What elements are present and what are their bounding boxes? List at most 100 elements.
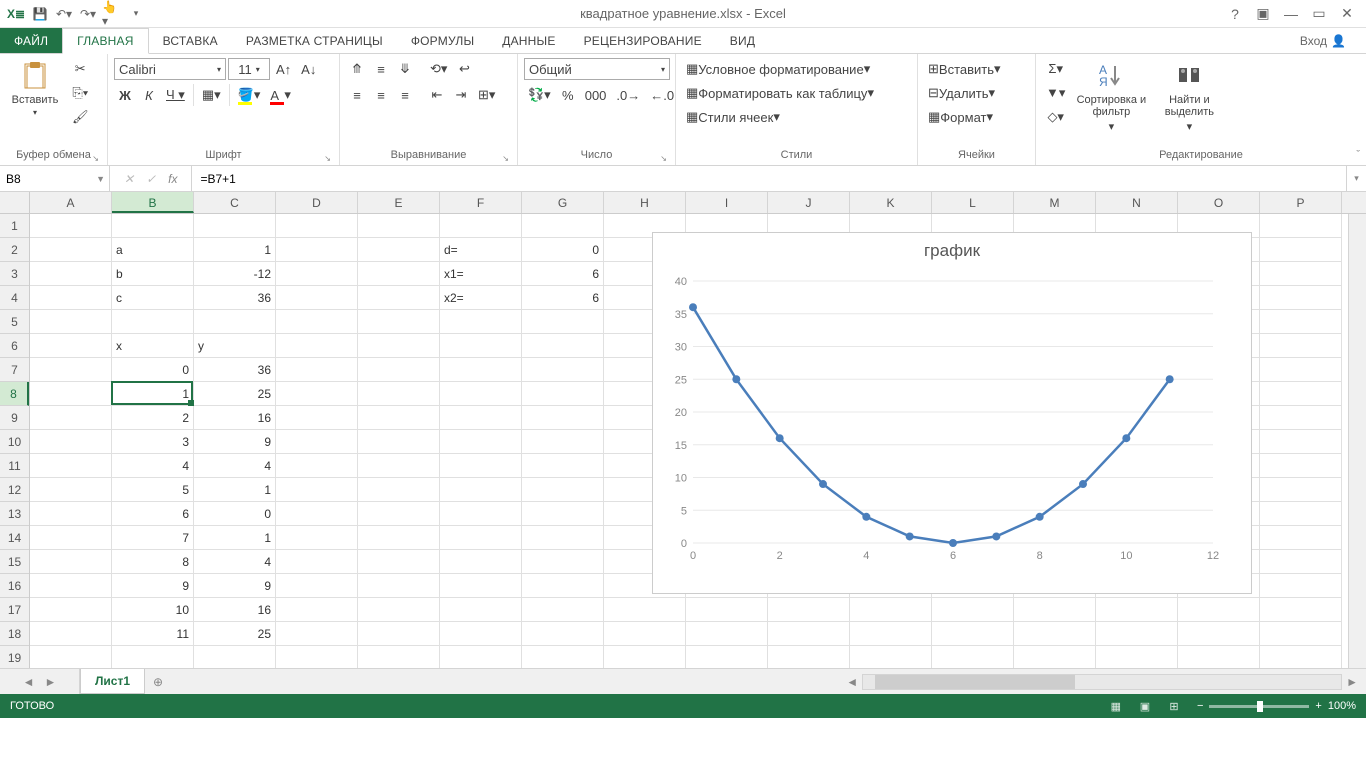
cell-J19[interactable] — [768, 646, 850, 668]
cell-G6[interactable] — [522, 334, 604, 358]
row-header-9[interactable]: 9 — [0, 406, 29, 430]
align-center-icon[interactable]: ≡ — [370, 84, 392, 106]
cell-F16[interactable] — [440, 574, 522, 598]
zoom-in-icon[interactable]: + — [1315, 700, 1321, 712]
cell-G3[interactable]: 6 — [522, 262, 604, 286]
cell-E5[interactable] — [358, 310, 440, 334]
cell-D9[interactable] — [276, 406, 358, 430]
add-sheet-icon[interactable]: ⊕ — [145, 669, 171, 694]
col-header-P[interactable]: P — [1260, 192, 1342, 213]
view-page-layout-icon[interactable]: ▣ — [1132, 700, 1158, 713]
cell-I19[interactable] — [686, 646, 768, 668]
cell-C11[interactable]: 4 — [194, 454, 276, 478]
sheet-tab[interactable]: Лист1 — [80, 669, 145, 694]
row-header-11[interactable]: 11 — [0, 454, 29, 478]
cell-D10[interactable] — [276, 430, 358, 454]
cell-A18[interactable] — [30, 622, 112, 646]
cell-A4[interactable] — [30, 286, 112, 310]
cell-C16[interactable]: 9 — [194, 574, 276, 598]
cell-D8[interactable] — [276, 382, 358, 406]
cell-A2[interactable] — [30, 238, 112, 262]
cell-E9[interactable] — [358, 406, 440, 430]
cell-F8[interactable] — [440, 382, 522, 406]
sheet-nav-next-icon[interactable]: ► — [45, 675, 57, 689]
cell-E19[interactable] — [358, 646, 440, 668]
font-size[interactable]: 11▾ — [228, 58, 270, 80]
cell-E16[interactable] — [358, 574, 440, 598]
tab-review[interactable]: РЕЦЕНЗИРОВАНИЕ — [570, 28, 716, 53]
tab-formulas[interactable]: ФОРМУЛЫ — [397, 28, 488, 53]
cell-G10[interactable] — [522, 430, 604, 454]
cell-B16[interactable]: 9 — [112, 574, 194, 598]
font-color-icon[interactable]: A▾ — [266, 84, 295, 106]
cell-C12[interactable]: 1 — [194, 478, 276, 502]
cell-D3[interactable] — [276, 262, 358, 286]
col-header-O[interactable]: O — [1178, 192, 1260, 213]
maximize-icon[interactable]: ▭ — [1306, 4, 1332, 24]
cell-F13[interactable] — [440, 502, 522, 526]
row-header-5[interactable]: 5 — [0, 310, 29, 334]
qat-touch-icon[interactable]: 👆▾ — [102, 4, 122, 24]
cell-E17[interactable] — [358, 598, 440, 622]
cell-G14[interactable] — [522, 526, 604, 550]
cell-P15[interactable] — [1260, 550, 1342, 574]
cell-C18[interactable]: 25 — [194, 622, 276, 646]
cell-C9[interactable]: 16 — [194, 406, 276, 430]
zoom-out-icon[interactable]: − — [1197, 700, 1203, 712]
cell-G13[interactable] — [522, 502, 604, 526]
expand-formula-icon[interactable]: ▾ — [1346, 166, 1366, 191]
cell-P14[interactable] — [1260, 526, 1342, 550]
col-header-G[interactable]: G — [522, 192, 604, 213]
percent-icon[interactable]: % — [557, 84, 579, 106]
cell-D1[interactable] — [276, 214, 358, 238]
accept-formula-icon[interactable]: ✓ — [146, 172, 156, 186]
cell-C13[interactable]: 0 — [194, 502, 276, 526]
fx-icon[interactable]: fx — [168, 172, 177, 186]
cell-P1[interactable] — [1260, 214, 1342, 238]
cell-E1[interactable] — [358, 214, 440, 238]
currency-icon[interactable]: 💱▾ — [524, 84, 555, 106]
collapse-ribbon-icon[interactable]: ˇ — [1356, 149, 1360, 161]
cut-icon[interactable]: ✂ — [68, 58, 93, 80]
increase-decimal-icon[interactable]: .0→ — [612, 84, 644, 106]
col-header-L[interactable]: L — [932, 192, 1014, 213]
cell-P9[interactable] — [1260, 406, 1342, 430]
orientation-icon[interactable]: ⟲▾ — [426, 58, 451, 80]
cell-F11[interactable] — [440, 454, 522, 478]
cell-G18[interactable] — [522, 622, 604, 646]
cell-H18[interactable] — [604, 622, 686, 646]
cell-D17[interactable] — [276, 598, 358, 622]
col-header-D[interactable]: D — [276, 192, 358, 213]
thousands-icon[interactable]: 000 — [581, 84, 611, 106]
cell-K17[interactable] — [850, 598, 932, 622]
ribbon-display-icon[interactable]: ▣ — [1250, 4, 1276, 24]
sheet-nav-prev-icon[interactable]: ◄ — [23, 675, 35, 689]
cell-D11[interactable] — [276, 454, 358, 478]
cell-F17[interactable] — [440, 598, 522, 622]
format-painter-icon[interactable]: 🖌 — [68, 106, 93, 128]
cell-P5[interactable] — [1260, 310, 1342, 334]
cell-F12[interactable] — [440, 478, 522, 502]
cell-N17[interactable] — [1096, 598, 1178, 622]
tab-file[interactable]: ФАЙЛ — [0, 28, 62, 53]
cell-E11[interactable] — [358, 454, 440, 478]
cell-B7[interactable]: 0 — [112, 358, 194, 382]
sort-filter-button[interactable]: AЯ Сортировка и фильтр▾ — [1073, 58, 1149, 133]
cell-G9[interactable] — [522, 406, 604, 430]
align-top-icon[interactable]: ⤊ — [346, 58, 368, 80]
col-header-N[interactable]: N — [1096, 192, 1178, 213]
cell-M17[interactable] — [1014, 598, 1096, 622]
row-header-6[interactable]: 6 — [0, 334, 29, 358]
cell-O18[interactable] — [1178, 622, 1260, 646]
cell-E14[interactable] — [358, 526, 440, 550]
chart[interactable]: график 0510152025303540024681012 — [652, 232, 1252, 594]
cell-K18[interactable] — [850, 622, 932, 646]
cell-E15[interactable] — [358, 550, 440, 574]
col-header-K[interactable]: K — [850, 192, 932, 213]
select-all-corner[interactable] — [0, 192, 30, 213]
align-bottom-icon[interactable]: ⤋ — [394, 58, 416, 80]
cell-L17[interactable] — [932, 598, 1014, 622]
zoom-level[interactable]: 100% — [1328, 700, 1356, 712]
help-icon[interactable]: ? — [1222, 4, 1248, 24]
cell-C4[interactable]: 36 — [194, 286, 276, 310]
